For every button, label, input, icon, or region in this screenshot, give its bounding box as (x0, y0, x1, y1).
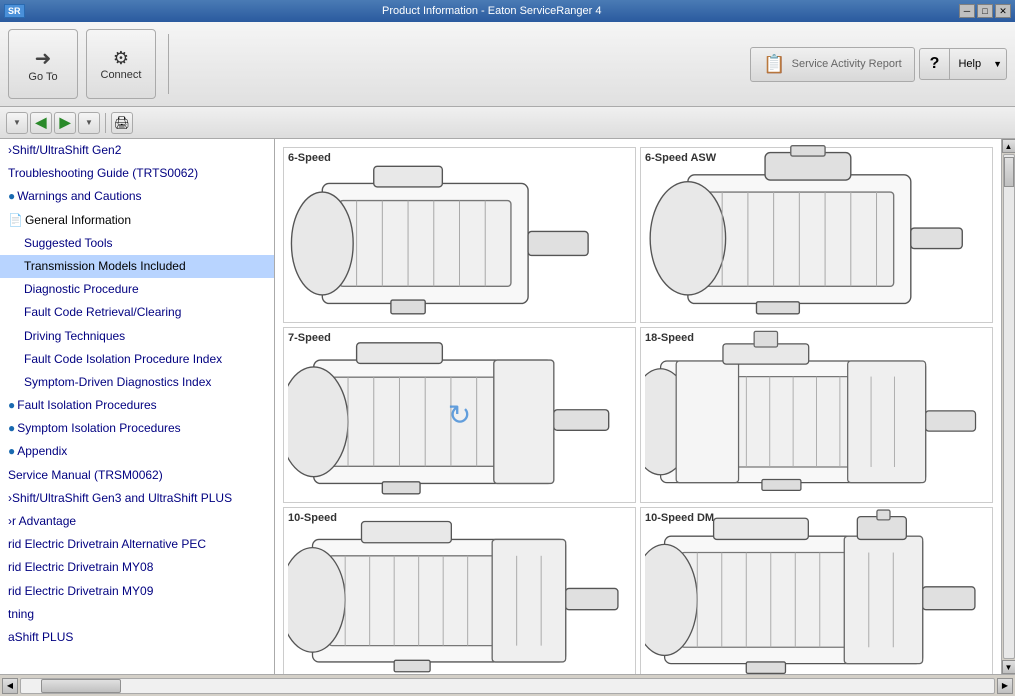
sidebar-item-service-manual[interactable]: Service Manual (TRSM0062) (0, 464, 274, 487)
nav-separator (105, 113, 106, 133)
hscroll-thumb[interactable] (41, 679, 121, 693)
toolbar-right: 📋 Service Activity Report ? Help ▼ (750, 47, 1007, 82)
fault-isolation-bullet: ● (8, 398, 15, 412)
close-button[interactable]: ✕ (995, 4, 1011, 18)
help-question-icon: ? (920, 49, 951, 79)
sidebar-item-general-info[interactable]: 📄General Information (0, 209, 274, 232)
connect-button[interactable]: ⚙ Connect (86, 29, 156, 99)
maximize-button[interactable]: □ (977, 4, 993, 18)
connect-label: Connect (101, 69, 142, 81)
horizontal-scrollbar[interactable] (20, 678, 995, 694)
sidebar-item-symptom-isolation[interactable]: ●Symptom Isolation Procedures (0, 417, 274, 440)
minimize-button[interactable]: ─ (959, 4, 975, 18)
help-button[interactable]: ? Help ▼ (919, 48, 1007, 80)
sidebar-item-fault-index[interactable]: Fault Code Isolation Procedure Index (0, 348, 274, 371)
print-button[interactable]: 🖨 (111, 112, 133, 134)
sidebar-item-lightning[interactable]: tning (0, 603, 274, 626)
content-area: 6-Speed (275, 139, 1001, 674)
sidebar-item-diag-proc[interactable]: Diagnostic Procedure (0, 278, 274, 301)
sidebar-item-ultrashift-plus[interactable]: aShift PLUS (0, 626, 274, 649)
cell-7speed: 7-Speed (283, 327, 636, 503)
image-18speed (645, 348, 988, 498)
image-10speed-dm (645, 528, 988, 674)
image-10speed (288, 528, 631, 674)
title-bar: SR Product Information - Eaton ServiceRa… (0, 0, 1015, 22)
sidebar: ›Shift/UltraShift Gen2 Troubleshooting G… (0, 139, 275, 674)
sr-badge: SR (4, 4, 25, 18)
scroll-down-button[interactable]: ▼ (1002, 660, 1015, 674)
sidebar-item-suggested-tools[interactable]: Suggested Tools (0, 232, 274, 255)
scroll-up-button[interactable]: ▲ (1002, 139, 1015, 153)
cell-6speed-asw: 6-Speed ASW (640, 147, 993, 323)
sidebar-item-symptom-driven[interactable]: Symptom-Driven Diagnostics Index (0, 371, 274, 394)
cell-18speed: 18-Speed (640, 327, 993, 503)
sidebar-item-autoshift-gen2[interactable]: ›Shift/UltraShift Gen2 (0, 139, 274, 162)
image-6speed (288, 168, 631, 318)
nav-back-button[interactable]: ◀ (30, 112, 52, 134)
goto-button[interactable]: ➜ Go To (8, 29, 78, 99)
image-7speed (288, 348, 631, 498)
transmission-grid: 6-Speed (283, 147, 993, 674)
symptom-isolation-bullet: ● (8, 421, 15, 435)
scroll-track (1003, 154, 1015, 659)
sidebar-item-advantage[interactable]: ›r Advantage (0, 510, 274, 533)
sidebar-item-trans-models[interactable]: Transmission Models Included (0, 255, 274, 278)
general-info-icon: 📄 (8, 213, 23, 227)
hscroll-left-button[interactable]: ◀ (2, 678, 18, 694)
scroll-thumb[interactable] (1004, 157, 1014, 187)
sidebar-item-warnings[interactable]: ●Warnings and Cautions (0, 185, 274, 208)
nav-dropdown-forward[interactable]: ▼ (78, 112, 100, 134)
main-content: ›Shift/UltraShift Gen2 Troubleshooting G… (0, 139, 1015, 674)
cell-10speed: 10-Speed (283, 507, 636, 674)
help-dropdown-icon[interactable]: ▼ (989, 53, 1006, 75)
sidebar-item-fault-retrieval[interactable]: Fault Code Retrieval/Clearing (0, 301, 274, 324)
sidebar-item-hybrid-my08[interactable]: rid Electric Drivetrain MY08 (0, 556, 274, 579)
sidebar-item-driving-tech[interactable]: Driving Techniques (0, 325, 274, 348)
sidebar-item-fault-isolation[interactable]: ●Fault Isolation Procedures (0, 394, 274, 417)
window-controls: ─ □ ✕ (959, 4, 1011, 18)
nav-dropdown-back[interactable]: ▼ (6, 112, 28, 134)
goto-label: Go To (28, 71, 57, 83)
nav-forward-button[interactable]: ▶ (54, 112, 76, 134)
sidebar-item-hybrid-alt[interactable]: rid Electric Drivetrain Alternative PEC (0, 533, 274, 556)
goto-icon: ➜ (35, 46, 52, 71)
cell-6speed: 6-Speed (283, 147, 636, 323)
appendix-bullet: ● (8, 444, 15, 458)
sidebar-item-hybrid-my09[interactable]: rid Electric Drivetrain MY09 (0, 580, 274, 603)
warnings-bullet: ● (8, 189, 15, 203)
nav-bar: ▼ ◀ ▶ ▼ 🖨 (0, 107, 1015, 139)
help-label: Help (950, 52, 989, 76)
sidebar-item-appendix[interactable]: ●Appendix (0, 440, 274, 463)
sar-button[interactable]: 📋 Service Activity Report (750, 47, 914, 82)
bottom-bar: ◀ ▶ (0, 674, 1015, 696)
sidebar-item-autoshift-gen3[interactable]: ›Shift/UltraShift Gen3 and UltraShift PL… (0, 487, 274, 510)
image-6speed-asw (645, 168, 988, 318)
sidebar-item-troubleshoot[interactable]: Troubleshooting Guide (TRTS0062) (0, 162, 274, 185)
sar-icon: 📋 (763, 54, 785, 75)
right-scrollbar[interactable]: ▲ ▼ (1001, 139, 1015, 674)
window-title: Product Information - Eaton ServiceRange… (25, 5, 959, 17)
toolbar: ➜ Go To ⚙ Connect 📋 Service Activity Rep… (0, 22, 1015, 107)
sar-label: Service Activity Report (792, 58, 902, 70)
connect-icon: ⚙ (113, 48, 129, 69)
hscroll-right-button[interactable]: ▶ (997, 678, 1013, 694)
toolbar-separator (168, 34, 169, 94)
cell-10speed-dm: 10-Speed DM (640, 507, 993, 674)
